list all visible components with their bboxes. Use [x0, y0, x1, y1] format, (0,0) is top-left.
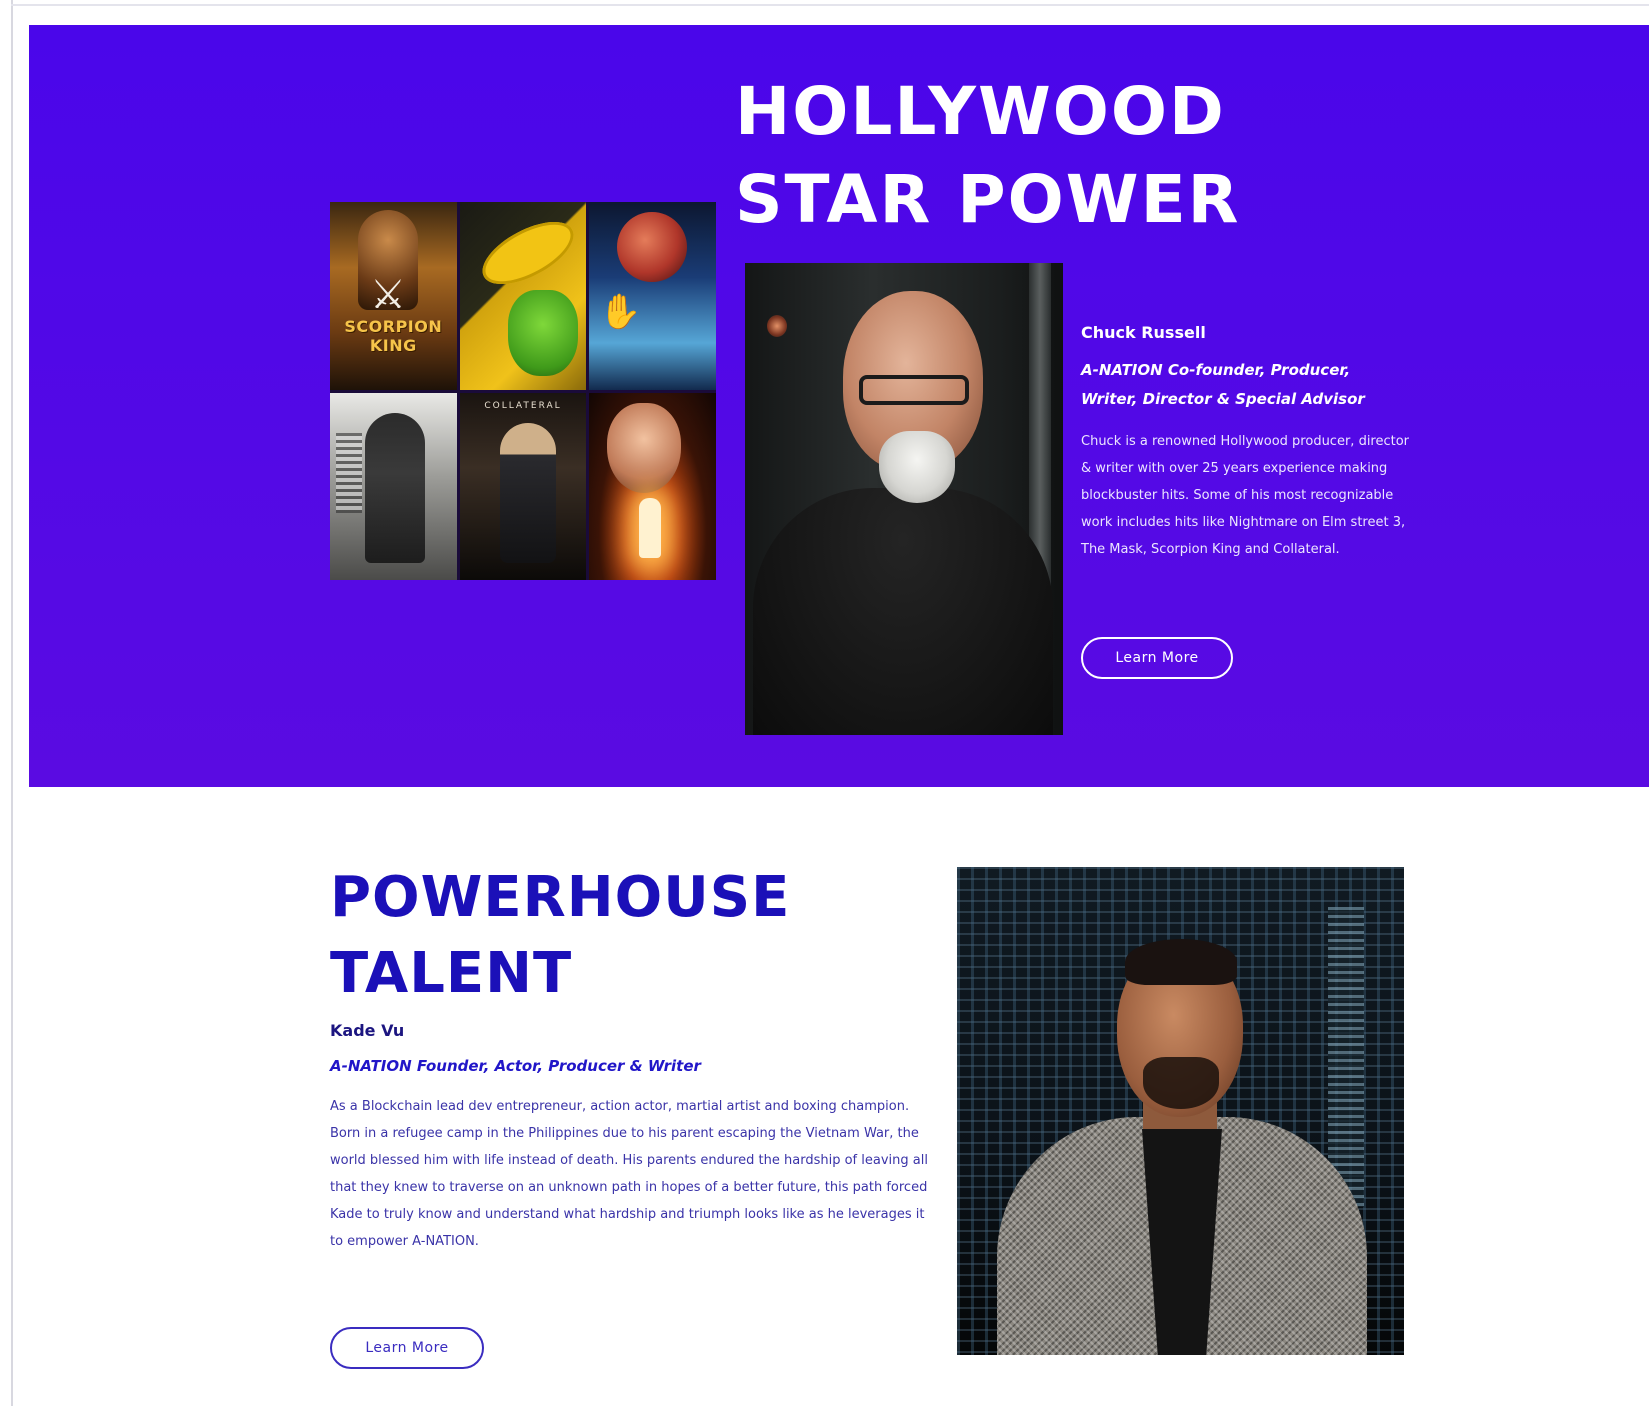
- poster-text-block: [336, 432, 362, 513]
- powerhouse-title-line-1: POWERHOUSE: [330, 865, 791, 930]
- kade-vu-bio: Kade Vu A-NATION Founder, Actor, Produce…: [330, 1020, 940, 1255]
- chuck-russell-photo: [745, 263, 1063, 735]
- photo-beard: [1143, 1057, 1219, 1109]
- poster-the-mask: [459, 202, 587, 390]
- hero-title-line-1: HOLLYWOOD: [735, 73, 1226, 150]
- poster-title: COLLATERAL: [484, 400, 562, 411]
- person-description: Chuck is a renowned Hollywood producer, …: [1081, 434, 1410, 557]
- hero-title: HOLLYWOOD STAR POWER: [735, 68, 1241, 244]
- claw-icon: ✋: [599, 292, 642, 332]
- person-name: Chuck Russell: [1081, 323, 1206, 342]
- poster-face: [607, 402, 682, 493]
- page-top-rule: [11, 4, 1649, 6]
- poster-blob: [589, 392, 716, 580]
- person-role: A-NATION Founder, Actor, Producer & Writ…: [330, 1057, 701, 1075]
- photo-tower: [1328, 907, 1364, 1207]
- photo-glasses: [859, 375, 969, 405]
- photo-beard: [879, 431, 955, 503]
- hero-title-line-2: STAR POWER: [735, 161, 1241, 238]
- powerhouse-title: POWERHOUSE TALENT: [330, 860, 790, 1012]
- poster-collateral: COLLATERAL: [459, 392, 587, 580]
- poster-hat: [472, 209, 583, 297]
- poster-nightmare-elm-street-3: ✋: [589, 202, 716, 390]
- kade-learn-more-button[interactable]: Learn More: [330, 1327, 484, 1369]
- kade-vu-photo: [957, 867, 1404, 1355]
- poster-face: [507, 290, 578, 376]
- crossed-swords-icon: ⚔: [370, 272, 406, 318]
- chuck-russell-bio: Chuck Russell A-NATION Co-founder, Produ…: [1081, 322, 1411, 563]
- poster-figure: [639, 497, 662, 558]
- poster-eraser: [330, 392, 457, 580]
- poster-creature: [617, 212, 688, 282]
- poster-figure: [499, 422, 556, 563]
- poster-figure: [365, 412, 425, 563]
- chuck-learn-more-button[interactable]: Learn More: [1081, 637, 1233, 679]
- photo-body: [753, 488, 1053, 735]
- powerhouse-title-line-2: TALENT: [330, 941, 573, 1006]
- photo-hair: [1125, 939, 1237, 985]
- page-frame-edge: [11, 0, 13, 1406]
- person-name: Kade Vu: [330, 1021, 405, 1040]
- photo-lamp: [767, 315, 787, 337]
- movie-poster-collage: ⚔ SCORPION KING ✋ COLLATERAL: [330, 202, 716, 580]
- poster-scorpion-king: ⚔ SCORPION KING: [330, 202, 457, 390]
- person-role: A-NATION Co-founder, Producer, Writer, D…: [1081, 361, 1365, 408]
- person-description: As a Blockchain lead dev entrepreneur, a…: [330, 1099, 928, 1249]
- poster-title: SCORPION KING: [344, 317, 443, 355]
